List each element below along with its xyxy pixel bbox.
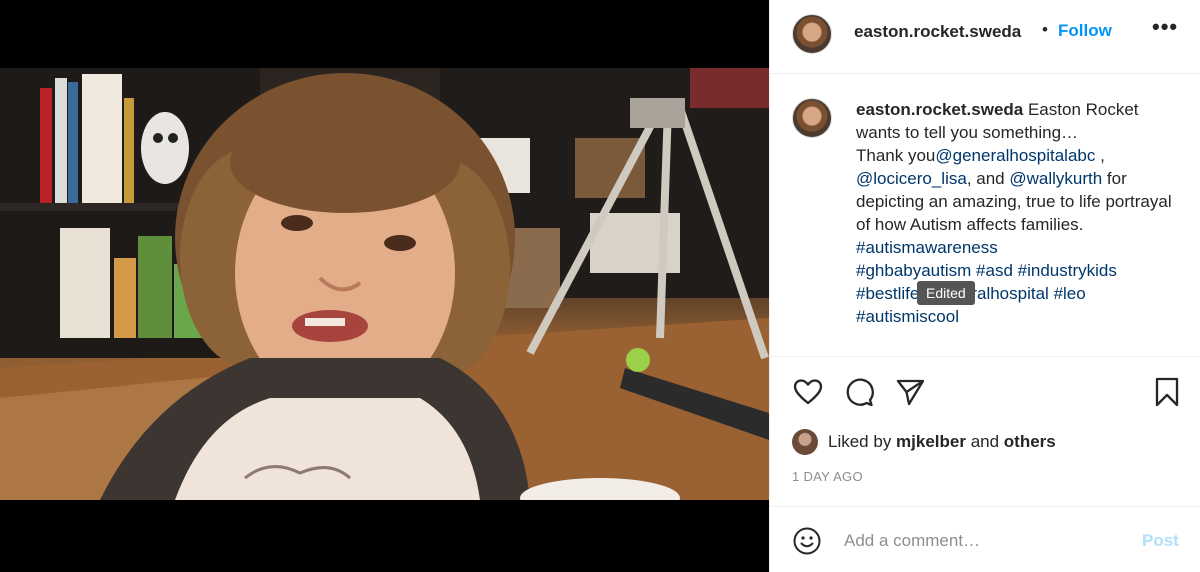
mention-link[interactable]: @generalhospitalabc xyxy=(935,146,1095,165)
emoji-icon[interactable] xyxy=(792,526,822,556)
post-side-panel: easton.rocket.sweda • Follow ••• easton.… xyxy=(769,0,1200,572)
comment-box: Post xyxy=(770,506,1200,572)
video-frame[interactable] xyxy=(0,68,769,500)
liker-avatar[interactable] xyxy=(792,429,818,455)
hashtag-link[interactable]: #ghbabyautism xyxy=(856,261,971,280)
post-author-username[interactable]: easton.rocket.sweda xyxy=(854,22,1021,42)
liker-username[interactable]: mjkelber xyxy=(896,432,966,451)
post-header: easton.rocket.sweda • Follow ••• xyxy=(770,0,1200,74)
caption-username[interactable]: easton.rocket.sweda xyxy=(856,100,1023,119)
comment-icon[interactable] xyxy=(843,376,875,408)
caption-text: easton.rocket.sweda Easton Rocket wants … xyxy=(856,98,1186,328)
likes-others-link[interactable]: others xyxy=(1004,432,1056,451)
hashtag-link[interactable]: #industrykids xyxy=(1018,261,1117,280)
mention-link[interactable]: @wallykurth xyxy=(1009,169,1102,188)
avatar[interactable] xyxy=(792,98,832,138)
post-media[interactable] xyxy=(0,0,769,572)
comment-input[interactable] xyxy=(844,525,1114,557)
hashtag-link[interactable]: #autismiscool xyxy=(856,307,959,326)
hashtag-link[interactable]: #asd xyxy=(976,261,1013,280)
avatar[interactable] xyxy=(792,14,832,54)
caption-section: easton.rocket.sweda Easton Rocket wants … xyxy=(770,74,1200,357)
post-comment-button[interactable]: Post xyxy=(1142,531,1179,551)
likes-text: Liked by mjkelber and others xyxy=(828,432,1056,452)
bookmark-icon[interactable] xyxy=(1151,376,1183,408)
hashtag-link[interactable]: #leo xyxy=(1054,284,1086,303)
caption-separator: , xyxy=(1095,146,1105,165)
more-options-icon[interactable]: ••• xyxy=(1152,16,1178,44)
post-timestamp[interactable]: 1 DAY AGO xyxy=(792,469,863,484)
edited-tooltip: Edited xyxy=(917,281,975,305)
separator-dot: • xyxy=(1042,20,1048,39)
likes-prefix: Liked by xyxy=(828,432,897,451)
heart-icon[interactable] xyxy=(792,376,824,408)
video-still-image xyxy=(0,68,769,500)
post-actions xyxy=(770,372,1200,412)
follow-button[interactable]: Follow xyxy=(1058,21,1112,41)
hashtag-link[interactable]: #bestlife xyxy=(856,284,919,303)
caption-line2: Thank you xyxy=(856,146,936,165)
share-icon[interactable] xyxy=(894,376,926,408)
likes-mid: and xyxy=(965,432,1004,451)
mention-link[interactable]: @locicero_lisa xyxy=(856,169,967,188)
hashtag-link[interactable]: #autismawareness xyxy=(856,238,998,257)
caption-and: , and xyxy=(966,169,1010,188)
